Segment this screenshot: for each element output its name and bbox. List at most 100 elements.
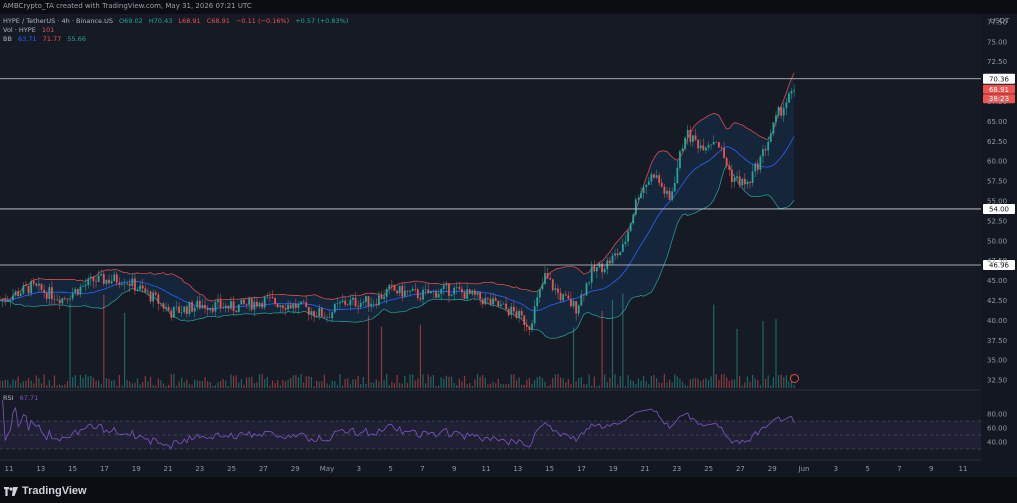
- volume-bar: [240, 379, 242, 388]
- x-tick: 17: [577, 465, 586, 473]
- candle-body: [9, 300, 12, 301]
- volume-bar: [284, 381, 287, 388]
- volume-bar: [515, 380, 518, 388]
- volume-bar: [572, 327, 575, 388]
- candle-body: [40, 283, 43, 290]
- candle-body: [63, 298, 66, 299]
- candle-body: [746, 181, 749, 185]
- candle-body: [655, 175, 658, 178]
- volume-bar: [51, 385, 53, 388]
- tradingview-logo[interactable]: TradingView: [4, 485, 87, 497]
- candle-body: [461, 288, 463, 293]
- candle-body: [505, 303, 507, 309]
- volume-bar: [331, 380, 333, 388]
- volume-bar: [661, 382, 663, 388]
- volume-bar: [66, 381, 69, 388]
- replay-icon[interactable]: [790, 374, 799, 383]
- volume-bar: [61, 385, 63, 388]
- volume-bar: [531, 383, 533, 388]
- candle-body: [269, 296, 271, 298]
- candle-body: [121, 284, 123, 285]
- volume-bar: [643, 376, 645, 388]
- candle-body: [170, 310, 173, 318]
- candle-body: [323, 316, 326, 318]
- volume-bar: [264, 379, 266, 388]
- candle-body: [313, 311, 315, 316]
- volume-bar: [484, 377, 486, 388]
- candle-body: [175, 306, 178, 308]
- candle-body: [736, 176, 738, 179]
- candle-body: [378, 295, 380, 306]
- x-tick: 25: [227, 465, 236, 473]
- volume-bar: [316, 380, 318, 388]
- volume-bar: [33, 383, 35, 388]
- candle-body: [608, 260, 611, 264]
- volume-bar: [72, 377, 74, 388]
- candle-body: [525, 324, 528, 327]
- candle-body: [22, 285, 25, 294]
- price-tick: 32.50: [987, 377, 1007, 385]
- volume-bar: [482, 375, 484, 388]
- volume-bar: [243, 384, 245, 388]
- candle-body: [762, 149, 764, 157]
- volume-bar: [168, 384, 170, 388]
- volume-bar: [53, 375, 56, 388]
- candle-body: [492, 298, 494, 305]
- candle-body: [442, 285, 445, 290]
- candle-body: [253, 301, 256, 310]
- volume-bar: [770, 385, 772, 388]
- volume-bar: [713, 304, 715, 388]
- volume-bar: [35, 375, 37, 388]
- volume-bar: [552, 378, 554, 388]
- candle-body: [588, 282, 591, 284]
- volume-bar: [666, 382, 668, 388]
- volume-bar: [788, 381, 790, 388]
- volume-bar: [752, 374, 754, 388]
- candle-body: [354, 297, 357, 307]
- volume-bar: [554, 374, 556, 388]
- candle-body: [577, 305, 580, 314]
- volume-bar: [645, 381, 647, 388]
- volume-bar: [370, 382, 372, 388]
- candle-body: [266, 296, 269, 298]
- volume-bar: [689, 379, 691, 388]
- volume-bar: [534, 380, 536, 388]
- candle-body: [471, 290, 474, 295]
- price-tick: 35.00: [987, 357, 1007, 365]
- candle-body: [749, 181, 751, 183]
- volume-bar: [674, 374, 676, 388]
- rsi-tick: 80.00: [987, 411, 1007, 419]
- volume-bar: [149, 376, 152, 388]
- candle-body: [188, 302, 191, 315]
- candle-body: [487, 298, 489, 299]
- candle-body: [191, 302, 193, 312]
- volume-bar: [508, 383, 510, 388]
- volume-bar: [549, 384, 551, 388]
- volume-bar: [676, 376, 678, 388]
- x-tick: 9: [929, 465, 933, 473]
- volume-bar: [640, 380, 642, 388]
- x-tick: 15: [545, 465, 554, 473]
- candle-body: [178, 306, 180, 313]
- candle-body: [593, 266, 596, 272]
- candle-body: [474, 290, 476, 295]
- volume-bar: [295, 374, 297, 388]
- volume-bar: [103, 294, 105, 388]
- candle-body: [367, 296, 370, 307]
- volume-bar: [399, 383, 401, 388]
- candle-body: [567, 295, 570, 299]
- volume-bar: [783, 377, 785, 388]
- candle-body: [370, 304, 373, 307]
- candle-body: [222, 307, 225, 309]
- candle-body: [528, 326, 531, 330]
- candle-body: [390, 284, 393, 286]
- candle-body: [385, 289, 388, 297]
- candle-body: [232, 301, 235, 311]
- volume-bar: [541, 378, 544, 388]
- candle-body: [139, 285, 142, 290]
- volume-bar: [9, 384, 11, 388]
- volume-bar: [261, 373, 263, 388]
- candle-body: [333, 303, 336, 313]
- volume-bar: [59, 384, 61, 388]
- volume-bar: [271, 380, 274, 388]
